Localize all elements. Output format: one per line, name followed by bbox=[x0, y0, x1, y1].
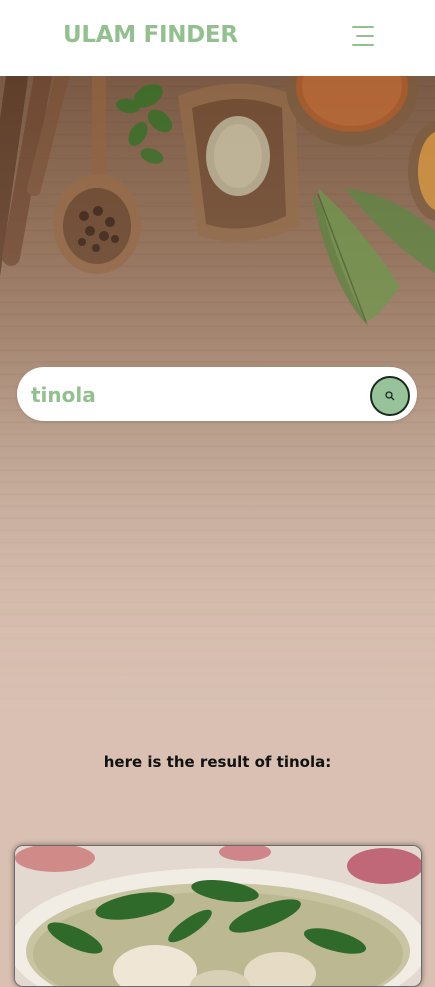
result-heading: here is the result of tinola: bbox=[103, 753, 332, 771]
search-button[interactable] bbox=[370, 376, 410, 416]
brand-logo[interactable]: ULAM FINDER bbox=[63, 22, 238, 48]
search-icon bbox=[385, 391, 395, 401]
search-input[interactable] bbox=[29, 379, 363, 411]
result-card-tinola[interactable] bbox=[14, 845, 422, 987]
top-navbar: ULAM FINDER bbox=[0, 0, 435, 76]
hamburger-menu-icon[interactable] bbox=[350, 26, 374, 48]
tinola-soup-photo bbox=[15, 846, 421, 986]
search-bar bbox=[17, 367, 417, 421]
